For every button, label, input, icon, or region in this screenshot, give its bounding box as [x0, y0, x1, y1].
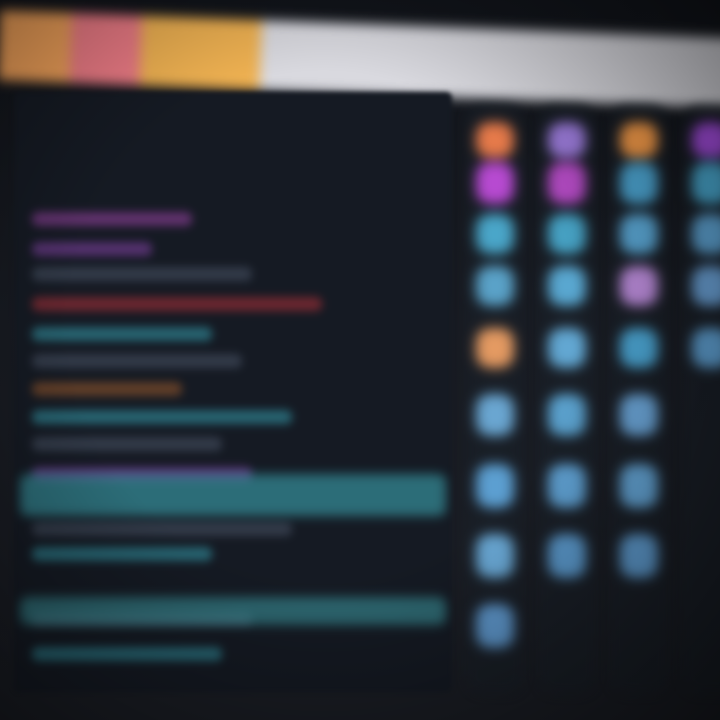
code-line	[32, 242, 152, 256]
palette-swatch[interactable]	[476, 604, 514, 648]
palette-swatch[interactable]	[476, 464, 514, 508]
code-line	[32, 267, 252, 281]
palette-swatch[interactable]	[620, 214, 658, 254]
palette-swatch[interactable]	[692, 162, 720, 204]
palette-column-3[interactable]	[610, 104, 668, 694]
code-line	[32, 410, 292, 424]
code-line	[32, 297, 322, 311]
palette-swatch[interactable]	[476, 534, 514, 578]
palette-swatch[interactable]	[620, 464, 658, 508]
palette-swatch[interactable]	[548, 162, 586, 204]
palette-swatch[interactable]	[620, 394, 658, 436]
palette-swatch[interactable]	[548, 328, 586, 368]
code-line	[32, 522, 292, 536]
palette-swatch[interactable]	[620, 266, 658, 306]
palette-column-2[interactable]	[538, 104, 596, 694]
title-bar-segment-1	[0, 10, 72, 83]
palette-swatch[interactable]	[548, 534, 586, 578]
palette-column-4[interactable]	[682, 104, 720, 694]
palette-swatch[interactable]	[548, 122, 586, 158]
palette-swatch[interactable]	[476, 122, 514, 158]
palette-column-1[interactable]	[466, 104, 524, 694]
palette-swatch[interactable]	[548, 266, 586, 306]
title-bar-segment-3	[139, 15, 262, 91]
code-line	[32, 382, 182, 396]
code-line	[32, 437, 222, 451]
palette-swatch[interactable]	[620, 122, 658, 158]
palette-swatch[interactable]	[548, 394, 586, 436]
palette-swatch[interactable]	[692, 328, 720, 368]
palette-swatch[interactable]	[692, 122, 720, 158]
title-bar-segment-2	[69, 12, 142, 86]
palette-swatch[interactable]	[692, 266, 720, 306]
palette-swatch[interactable]	[692, 214, 720, 254]
code-line	[32, 212, 192, 226]
code-line	[32, 547, 212, 561]
palette-swatch[interactable]	[620, 328, 658, 368]
code-highlight-band	[20, 474, 446, 516]
code-highlight-band	[20, 597, 446, 625]
palette-swatch[interactable]	[476, 214, 514, 254]
code-editor-panel[interactable]	[14, 92, 452, 692]
code-line	[32, 647, 222, 661]
blurred-monitor-screen	[0, 0, 720, 720]
palette-swatch[interactable]	[548, 464, 586, 508]
palette-swatch[interactable]	[620, 534, 658, 578]
code-line	[32, 327, 212, 341]
palette-swatch[interactable]	[476, 266, 514, 306]
palette-swatch[interactable]	[476, 328, 514, 368]
palette-swatch[interactable]	[476, 394, 514, 436]
palette-swatch[interactable]	[476, 162, 514, 204]
code-line	[32, 354, 242, 368]
palette-swatch[interactable]	[548, 214, 586, 254]
palette-swatch[interactable]	[620, 162, 658, 204]
